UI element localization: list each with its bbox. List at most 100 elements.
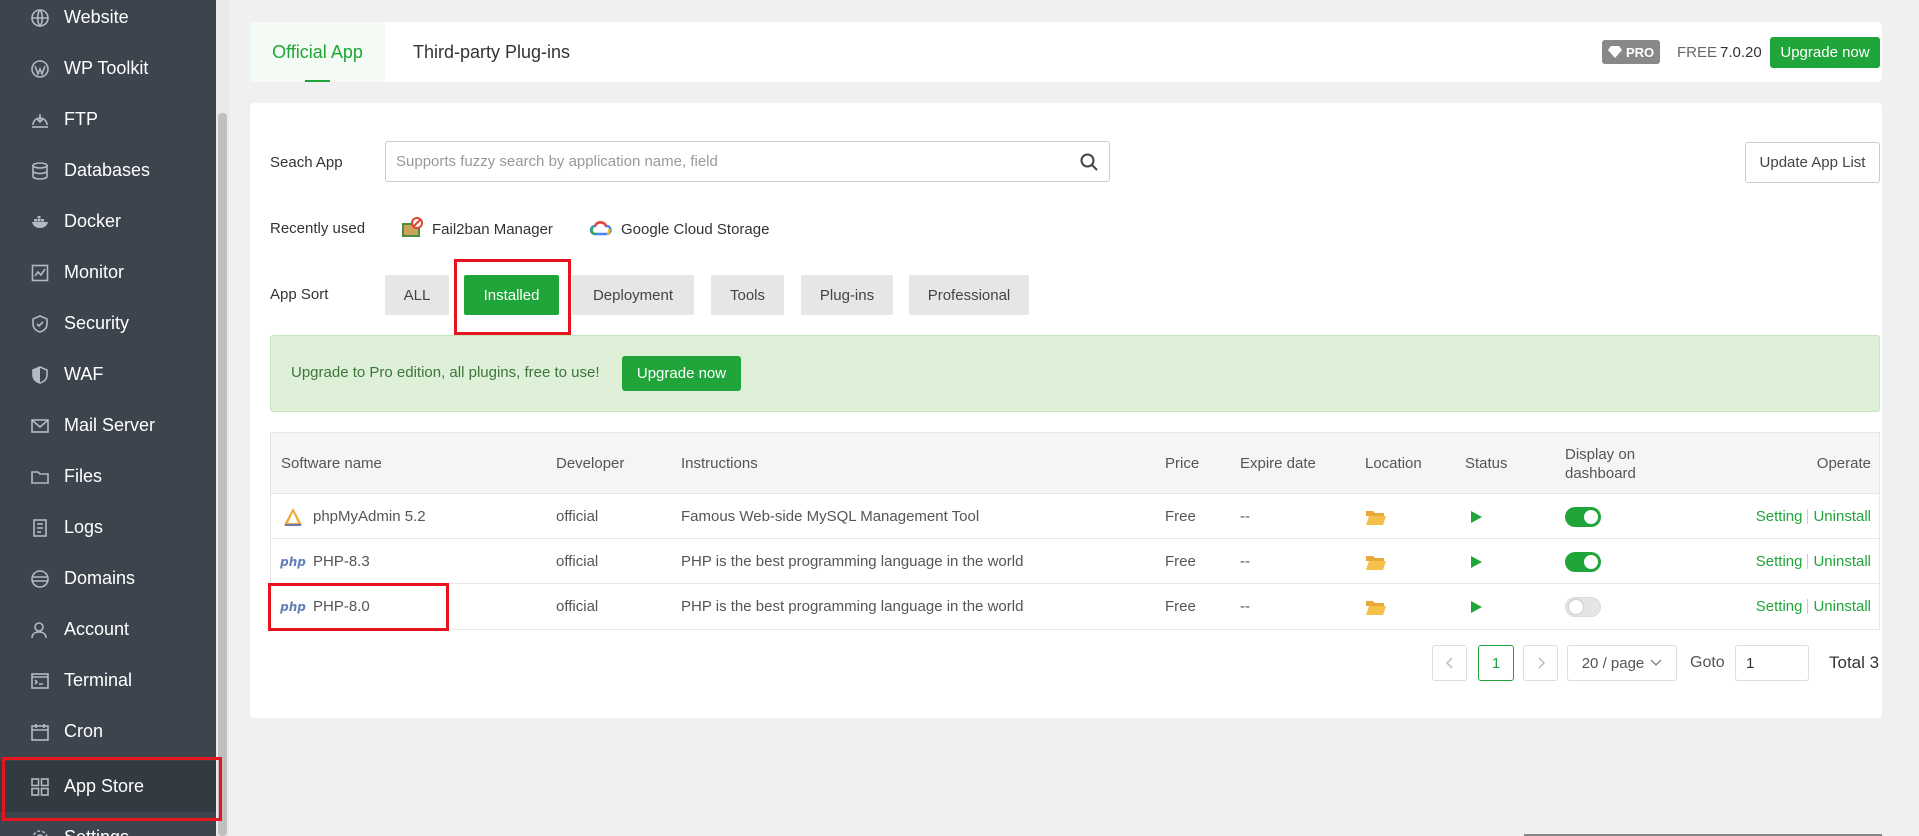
setting-link[interactable]: Setting bbox=[1756, 598, 1803, 615]
toggle-knob bbox=[1584, 554, 1598, 569]
sidebar-item-label: Logs bbox=[64, 517, 104, 537]
sidebar-item-label: Terminal bbox=[64, 670, 133, 690]
sidebar-scrollbar-thumb[interactable] bbox=[218, 113, 227, 836]
table-row: php PHP-8.0 official PHP is the best pro… bbox=[271, 584, 1879, 629]
goto-page-input[interactable] bbox=[1735, 645, 1809, 681]
sort-deployment-button[interactable]: Deployment bbox=[572, 275, 694, 315]
tab-label: Third-party Plug-ins bbox=[413, 41, 571, 62]
sort-all-button[interactable]: ALL bbox=[385, 275, 449, 315]
sidebar-item-docker[interactable]: Docker bbox=[0, 196, 216, 247]
sidebar-item-settings[interactable]: Settings bbox=[0, 812, 216, 836]
sidebar-item-logs[interactable]: Logs bbox=[0, 502, 216, 553]
upgrade-promo-banner: Upgrade to Pro edition, all plugins, fre… bbox=[270, 335, 1880, 412]
dashboard-toggle-cell bbox=[1565, 539, 1601, 584]
link-separator bbox=[1807, 554, 1809, 569]
next-page-button[interactable] bbox=[1523, 645, 1558, 681]
sidebar-item-website[interactable]: Website bbox=[0, 0, 216, 43]
app-name: phpMyAdmin 5.2 bbox=[313, 508, 426, 525]
promo-text: Upgrade to Pro edition, all plugins, fre… bbox=[291, 364, 600, 381]
sidebar-item-account[interactable]: Account bbox=[0, 604, 216, 655]
search-field[interactable] bbox=[385, 141, 1110, 182]
sidebar-item-databases[interactable]: Databases bbox=[0, 145, 216, 196]
uninstall-link[interactable]: Uninstall bbox=[1813, 553, 1871, 570]
col-expire-date: Expire date bbox=[1240, 455, 1316, 472]
google-cloud-icon bbox=[589, 221, 612, 236]
tab-official-app[interactable]: Official App bbox=[250, 22, 385, 82]
version-label: 7.0.20 bbox=[1720, 44, 1762, 61]
sidebar-item-terminal[interactable]: Terminal bbox=[0, 655, 216, 706]
monitor-icon bbox=[30, 263, 50, 283]
sort-plugins-button[interactable]: Plug-ins bbox=[801, 275, 893, 315]
price-cell: Free bbox=[1165, 553, 1196, 570]
toggle-knob bbox=[1584, 509, 1598, 524]
status-cell bbox=[1469, 584, 1483, 629]
sidebar-item-cron[interactable]: Cron bbox=[0, 706, 216, 757]
table-row: php PHP-8.3 official PHP is the best pro… bbox=[271, 539, 1879, 584]
sidebar-nav: Website WP Toolkit FTP Databases Docker … bbox=[0, 0, 216, 836]
price-cell: Free bbox=[1165, 508, 1196, 525]
search-icon[interactable] bbox=[1079, 152, 1099, 172]
app-name-cell: php PHP-8.3 bbox=[280, 539, 370, 584]
search-input[interactable] bbox=[396, 153, 1056, 170]
sort-tools-button[interactable]: Tools bbox=[711, 275, 784, 315]
page-size-select[interactable]: 20 / page bbox=[1567, 645, 1677, 681]
instructions-cell: Famous Web-side MySQL Management Tool bbox=[681, 508, 980, 525]
uninstall-link[interactable]: Uninstall bbox=[1813, 508, 1871, 525]
mail-icon bbox=[30, 416, 50, 436]
sidebar-item-mail-server[interactable]: Mail Server bbox=[0, 400, 216, 451]
play-icon[interactable] bbox=[1469, 510, 1483, 524]
sidebar-item-app-store[interactable]: App Store bbox=[0, 761, 216, 812]
price-cell: Free bbox=[1165, 598, 1196, 615]
diamond-icon bbox=[1608, 46, 1622, 58]
docker-icon bbox=[30, 212, 50, 232]
dashboard-toggle[interactable] bbox=[1565, 596, 1601, 617]
setting-link[interactable]: Setting bbox=[1756, 553, 1803, 570]
sidebar-item-domains[interactable]: Domains bbox=[0, 553, 216, 604]
developer-cell: official bbox=[556, 508, 599, 525]
terminal-icon bbox=[30, 671, 50, 691]
app-sort-label: App Sort bbox=[270, 286, 329, 303]
sidebar-item-files[interactable]: Files bbox=[0, 451, 216, 502]
sidebar-item-ftp[interactable]: FTP bbox=[0, 94, 216, 145]
uninstall-link[interactable]: Uninstall bbox=[1813, 598, 1871, 615]
play-icon[interactable] bbox=[1469, 600, 1483, 614]
update-app-list-button[interactable]: Update App List bbox=[1745, 142, 1880, 183]
database-icon bbox=[30, 161, 50, 181]
play-icon[interactable] bbox=[1469, 555, 1483, 569]
link-separator bbox=[1807, 509, 1809, 524]
status-cell bbox=[1469, 539, 1483, 584]
recent-app-label: Fail2ban Manager bbox=[432, 220, 553, 238]
folder-open-icon[interactable] bbox=[1365, 598, 1387, 616]
promo-upgrade-button[interactable]: Upgrade now bbox=[622, 356, 741, 391]
sort-professional-button[interactable]: Professional bbox=[909, 275, 1029, 315]
col-status: Status bbox=[1465, 455, 1508, 472]
tab-third-party-plugins[interactable]: Third-party Plug-ins bbox=[413, 22, 570, 82]
sidebar-item-wp-toolkit[interactable]: WP Toolkit bbox=[0, 43, 216, 94]
sidebar-item-monitor[interactable]: Monitor bbox=[0, 247, 216, 298]
waf-shield-icon bbox=[30, 365, 50, 385]
recent-app-fail2ban[interactable]: Fail2ban Manager bbox=[400, 217, 553, 241]
dashboard-toggle[interactable] bbox=[1565, 551, 1601, 572]
folder-open-icon[interactable] bbox=[1365, 553, 1387, 571]
sidebar-item-security[interactable]: Security bbox=[0, 298, 216, 349]
upgrade-now-button[interactable]: Upgrade now bbox=[1770, 37, 1880, 68]
prev-page-button[interactable] bbox=[1432, 645, 1467, 681]
php-icon: php bbox=[280, 554, 306, 569]
sidebar-item-waf[interactable]: WAF bbox=[0, 349, 216, 400]
folder-open-icon[interactable] bbox=[1365, 508, 1387, 526]
col-software-name: Software name bbox=[281, 455, 382, 472]
dashboard-toggle[interactable] bbox=[1565, 506, 1601, 527]
page-number-current[interactable]: 1 bbox=[1478, 645, 1514, 681]
operate-cell: Setting Uninstall bbox=[1756, 494, 1871, 539]
recent-app-google-cloud-storage[interactable]: Google Cloud Storage bbox=[589, 217, 769, 241]
user-icon bbox=[30, 620, 50, 640]
search-label: Seach App bbox=[270, 154, 343, 171]
chevron-down-icon bbox=[1650, 659, 1662, 667]
link-separator bbox=[1807, 599, 1809, 614]
sort-installed-button[interactable]: Installed bbox=[464, 275, 559, 315]
recently-used-label: Recently used bbox=[270, 220, 366, 237]
dashboard-toggle-cell bbox=[1565, 494, 1601, 539]
setting-link[interactable]: Setting bbox=[1756, 508, 1803, 525]
sidebar-item-label: Domains bbox=[64, 568, 136, 588]
app-name: PHP-8.3 bbox=[313, 553, 370, 570]
